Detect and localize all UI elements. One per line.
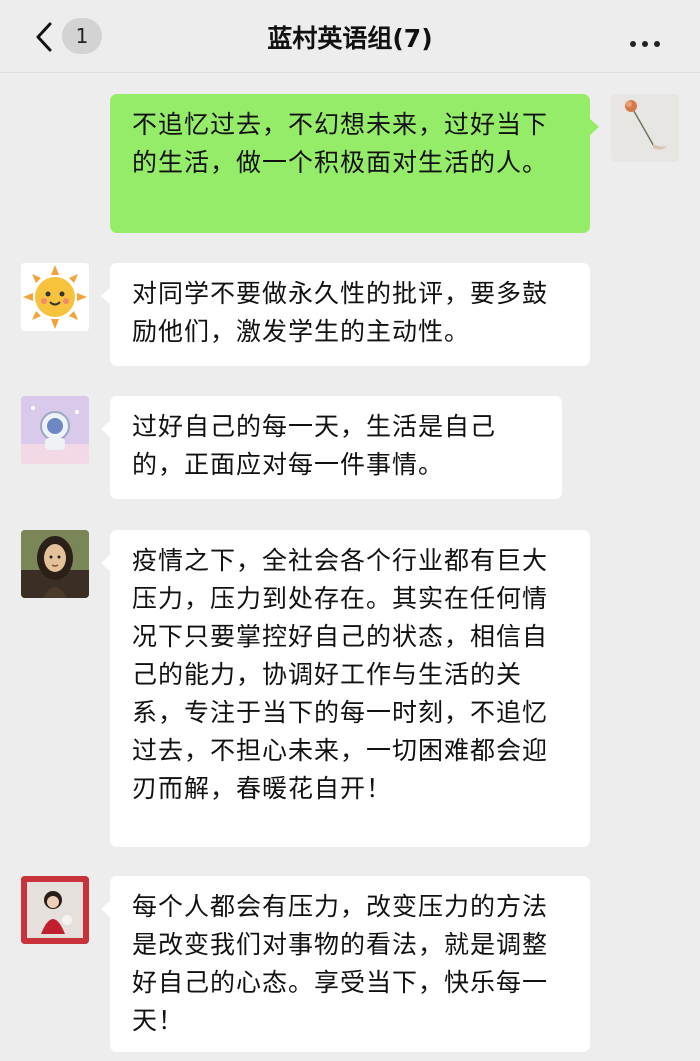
message-text-4: 疫情之下，全社会各个行业都有巨大压力，压力到处存在。其实在任何情况下只要掌控好自… xyxy=(132,546,549,803)
message-bubble-4[interactable]: 疫情之下，全社会各个行业都有巨大压力，压力到处存在。其实在任何情况下只要掌控好自… xyxy=(101,530,590,847)
message-text-3: 过好自己的每一天，生活是自己的，正面应对每一件事情。 xyxy=(132,412,497,479)
sun-face-avatar[interactable] xyxy=(21,263,89,331)
message-bubble-2[interactable]: 对同学不要做永久性的批评，要多鼓励他们，激发学生的主动性。 xyxy=(101,263,590,366)
message-text-1: 不追忆过去，不幻想未来，过好当下的生活，做一个积极面对生活的人。 xyxy=(132,110,549,177)
message-bubble-1[interactable]: 不追忆过去，不幻想未来，过好当下的生活，做一个积极面对生活的人。 xyxy=(110,94,599,233)
cartoon-astronaut-avatar[interactable] xyxy=(21,396,89,464)
rose-photo-avatar[interactable] xyxy=(611,94,679,162)
chat-title: 蓝村英语组(7) xyxy=(267,24,433,53)
message-bubble-3[interactable]: 过好自己的每一天，生活是自己的，正面应对每一件事情。 xyxy=(101,396,562,499)
message-bubble-5[interactable]: 每个人都会有压力，改变压力的方法是改变我们对事物的看法，就是调整好自己的心态。享… xyxy=(101,876,590,1052)
girl-in-red-photo-avatar[interactable] xyxy=(21,876,89,944)
message-text-5: 每个人都会有压力，改变压力的方法是改变我们对事物的看法，就是调整好自己的心态。享… xyxy=(132,892,549,1035)
chat-header: 1 蓝村英语组(7) xyxy=(0,0,700,73)
ellipsis-icon[interactable] xyxy=(630,32,666,47)
mona-lisa-cartoon-avatar[interactable] xyxy=(21,530,89,598)
message-text-2: 对同学不要做永久性的批评，要多鼓励他们，激发学生的主动性。 xyxy=(132,279,549,346)
